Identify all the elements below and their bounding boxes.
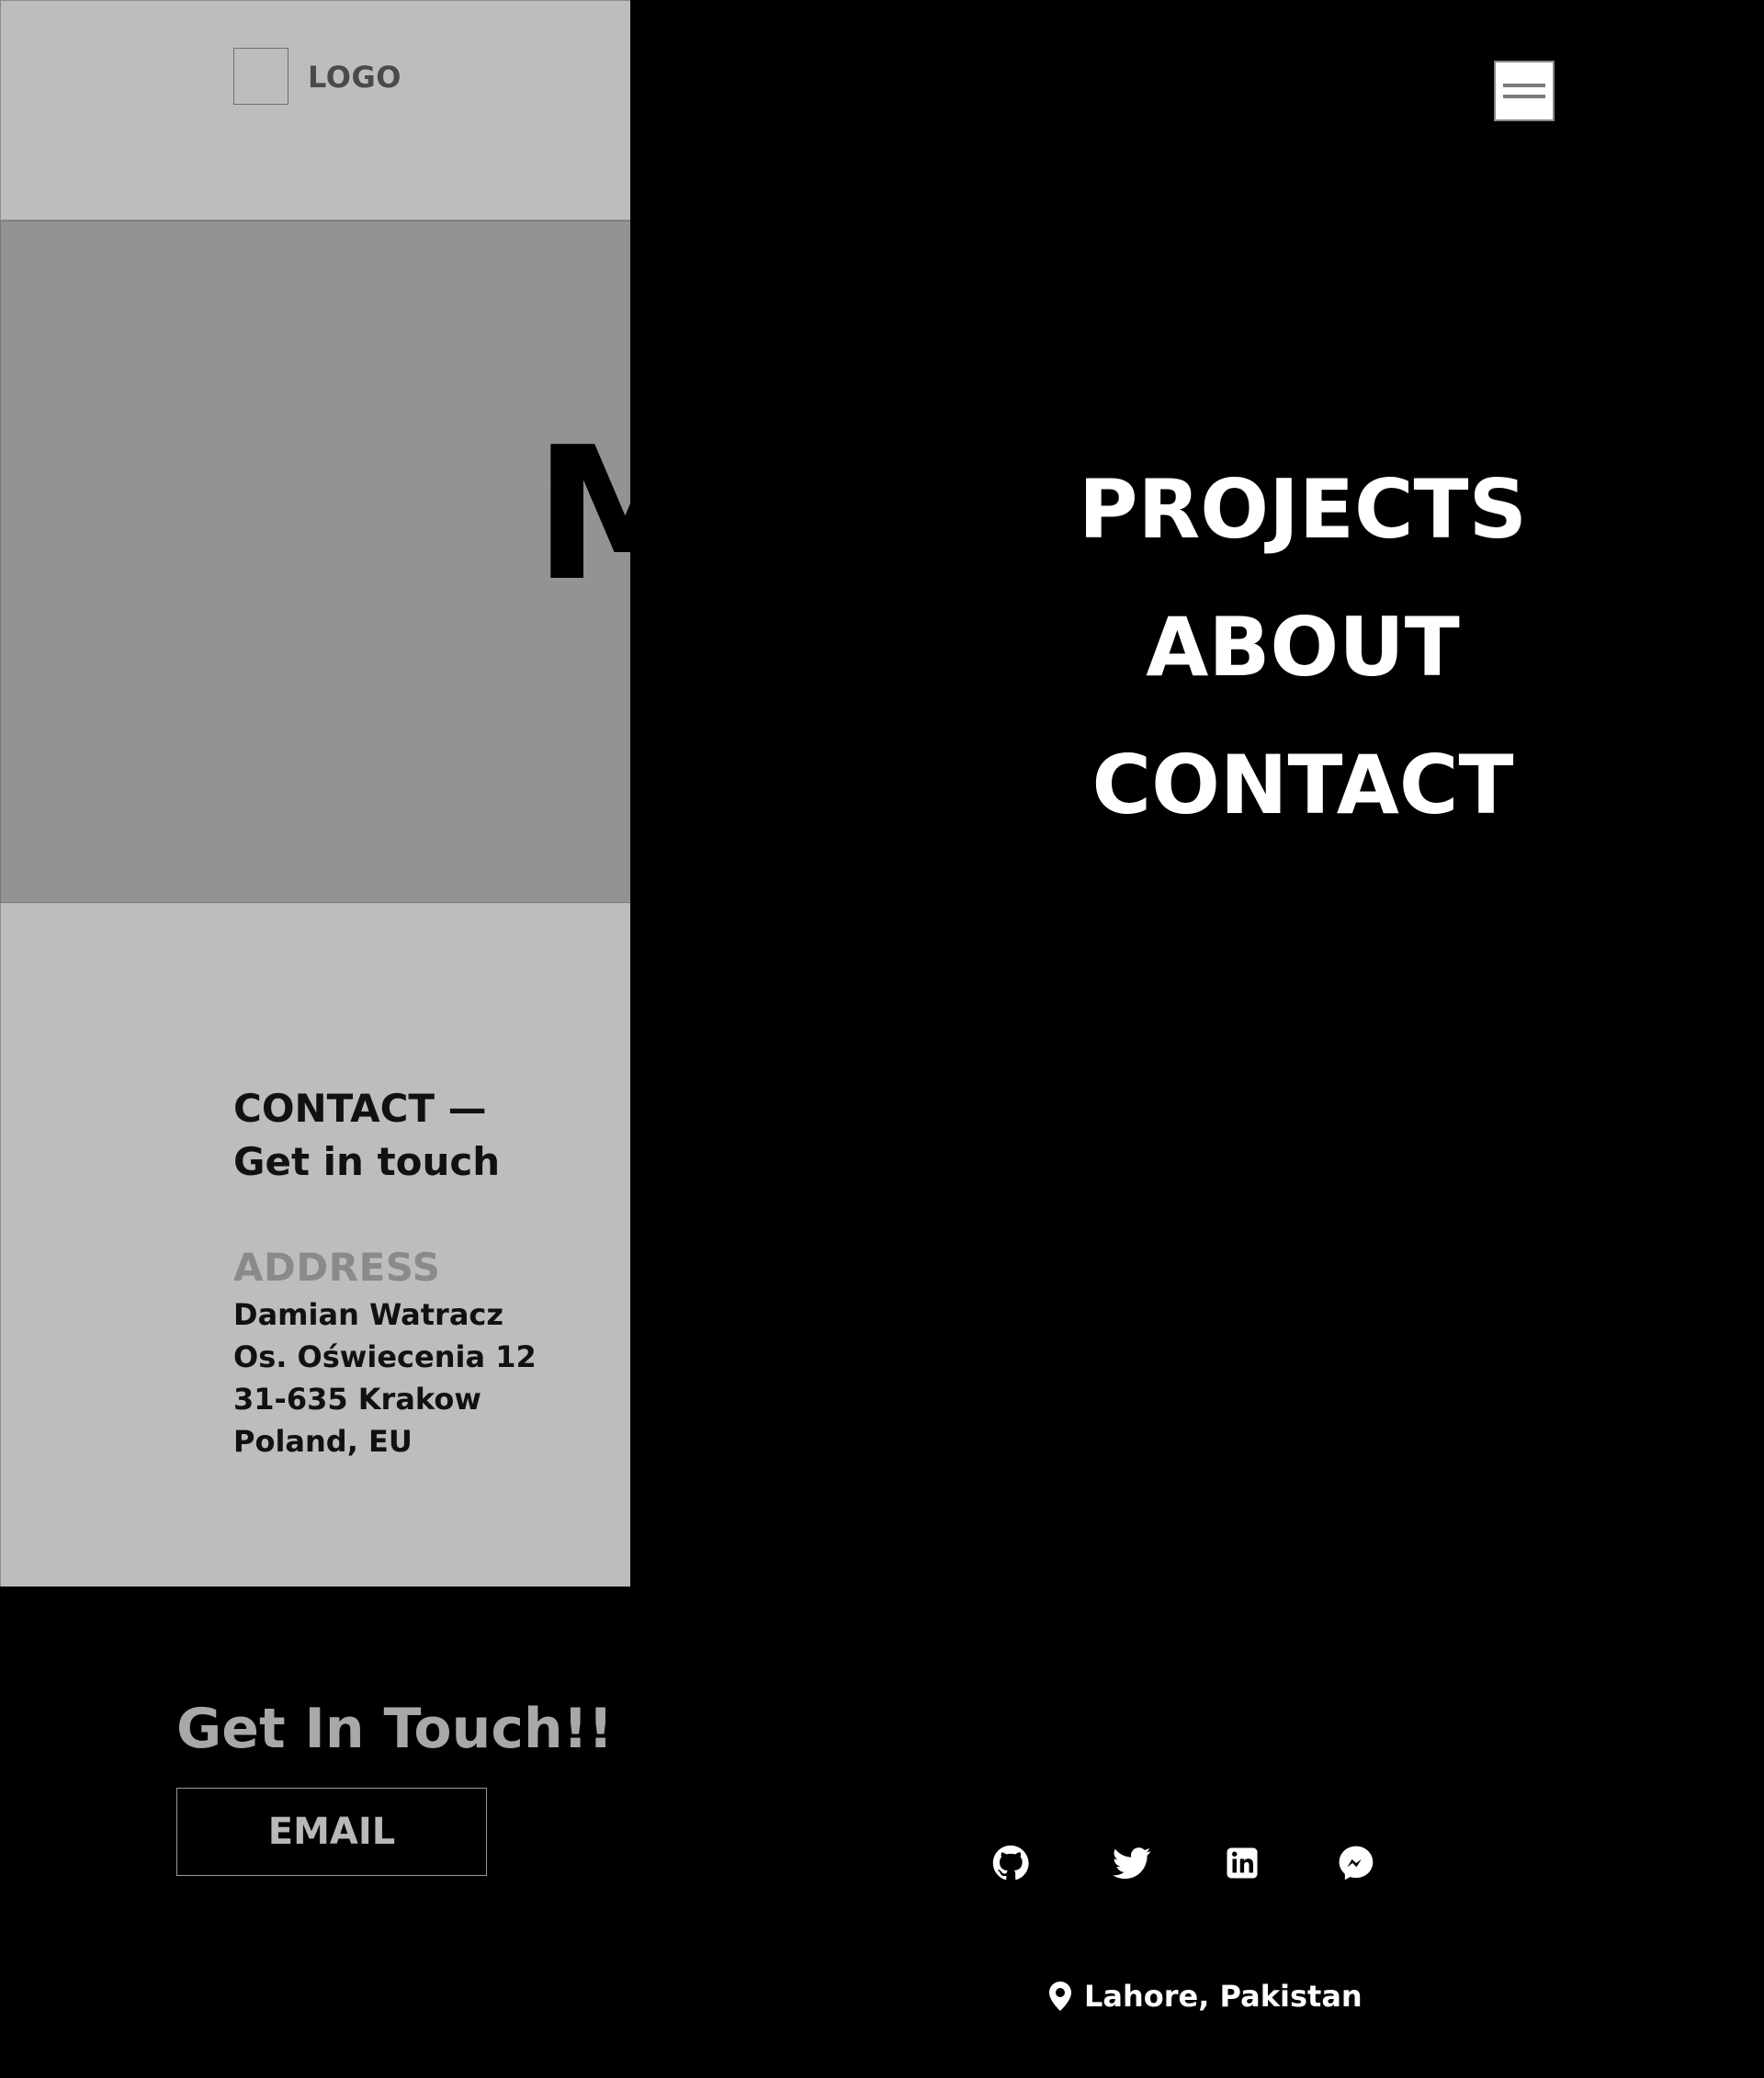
hamburger-line <box>1503 95 1545 98</box>
menu-overlay: PROJECTS ABOUT CONTACT Lahore, Pakistan <box>630 0 1764 2078</box>
address-line: Os. Oświecenia 12 <box>233 1339 537 1374</box>
contact-title: CONTACT — Get in touch <box>233 1086 501 1184</box>
hero-heading: M <box>534 424 630 607</box>
address-heading: ADDRESS <box>233 1245 441 1290</box>
messenger-icon[interactable] <box>1330 1837 1382 1889</box>
email-button[interactable]: EMAIL <box>176 1788 487 1876</box>
location-pin-icon <box>1049 1982 1071 2011</box>
address-block: Damian Watracz Os. Oświecenia 12 31-635 … <box>233 1293 537 1463</box>
menu-toggle-button[interactable] <box>1494 61 1555 121</box>
contact-section: CONTACT — Get in touch ADDRESS Damian Wa… <box>0 903 630 1587</box>
footer-contact: Get In Touch!! EMAIL <box>0 1587 630 2078</box>
linkedin-icon[interactable] <box>1216 1837 1268 1889</box>
github-icon[interactable] <box>985 1837 1036 1889</box>
social-links <box>630 1837 1764 1892</box>
logo-text[interactable]: LOGO <box>308 60 401 95</box>
site-header: LOGO <box>0 0 630 220</box>
nav-link-contact[interactable]: CONTACT <box>1092 717 1514 854</box>
nav-link-about[interactable]: ABOUT <box>1146 579 1459 717</box>
get-in-touch-heading: Get In Touch!! <box>176 1697 614 1761</box>
hamburger-line <box>1503 84 1545 87</box>
page: LOGO M CONTACT — Get in touch ADDRESS Da… <box>0 0 1764 2078</box>
background-page: LOGO M CONTACT — Get in touch ADDRESS Da… <box>0 0 630 2078</box>
address-line: 31-635 Krakow <box>233 1382 481 1417</box>
address-line: Poland, EU <box>233 1424 413 1459</box>
location-text: Lahore, Pakistan <box>1084 1979 1363 2014</box>
location-info: Lahore, Pakistan <box>1049 1979 1363 2014</box>
logo-placeholder-icon[interactable] <box>233 48 288 105</box>
twitter-icon[interactable] <box>1106 1837 1158 1889</box>
address-line: Damian Watracz <box>233 1297 503 1332</box>
overlay-nav: PROJECTS ABOUT CONTACT <box>630 441 1764 854</box>
nav-link-projects[interactable]: PROJECTS <box>1079 441 1527 579</box>
hero-section: M <box>0 220 630 903</box>
